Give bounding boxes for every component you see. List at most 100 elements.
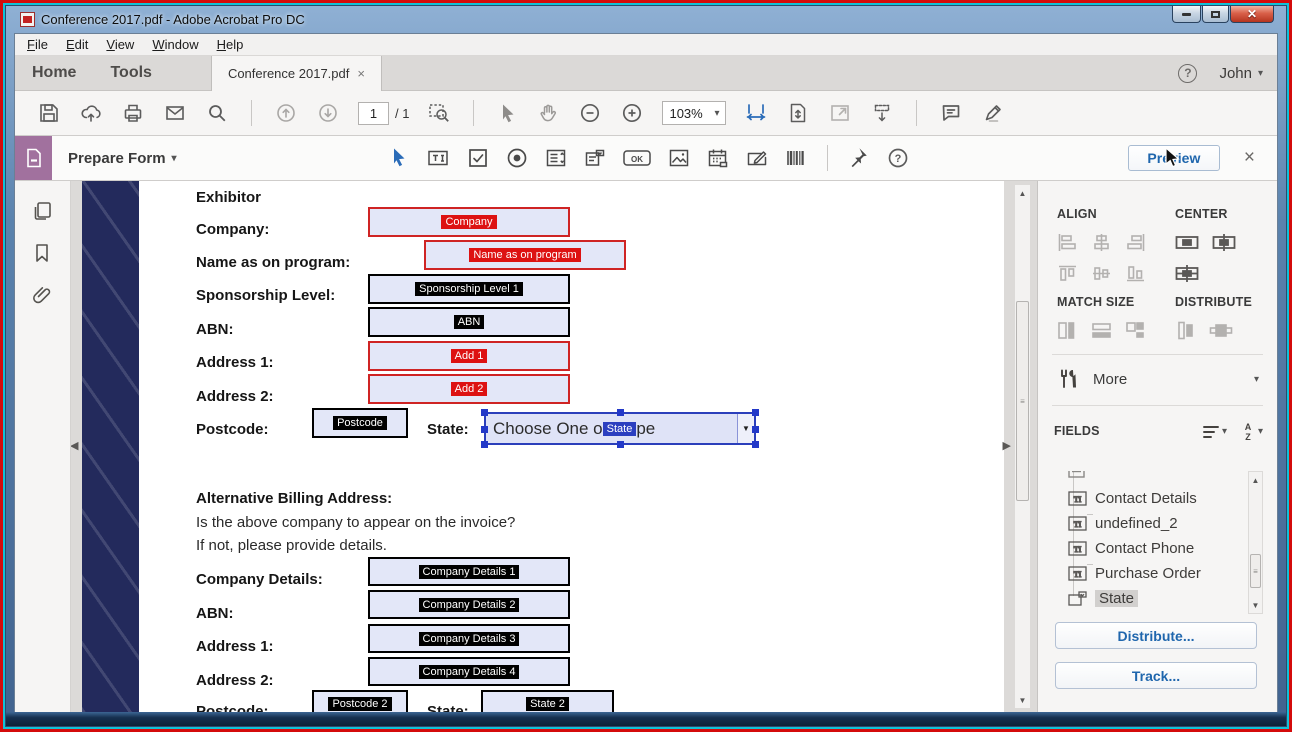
center-both-icon[interactable]	[1175, 264, 1199, 283]
next-page-button[interactable]	[316, 101, 340, 125]
sort-alphabetical-icon[interactable]: AZ▾	[1241, 421, 1263, 441]
company-details4-field[interactable]: Company Details 4	[368, 657, 570, 686]
previous-page-button[interactable]	[274, 101, 298, 125]
selection-handle[interactable]	[617, 409, 624, 416]
bookmarks-icon[interactable]	[30, 241, 55, 266]
tab-document[interactable]: Conference 2017.pdf ×	[211, 56, 382, 91]
tab-tools[interactable]: Tools	[93, 56, 168, 90]
abn-field[interactable]: ABN	[368, 307, 570, 337]
keep-tool-selected-pin[interactable]	[847, 146, 871, 170]
collapse-left-panel-icon[interactable]: ◀	[71, 439, 78, 452]
radio-field-tool[interactable]	[505, 146, 529, 170]
align-bottom-icon[interactable]	[1125, 264, 1146, 283]
menu-help[interactable]: Help	[217, 37, 244, 52]
signature-field-tool[interactable]	[745, 146, 769, 170]
page-number-input[interactable]: 1	[358, 102, 389, 125]
field-list-scrollbar[interactable]: ▲ ≡ ▼	[1248, 471, 1263, 614]
distribute-horizontally-icon[interactable]	[1209, 321, 1233, 340]
postcode2-field[interactable]: Postcode 2	[312, 690, 408, 712]
field-list-item[interactable]: TI Contact Phone	[1068, 537, 1194, 559]
maximize-button[interactable]	[1202, 6, 1229, 23]
prepare-form-menu[interactable]: Prepare Form ▾	[68, 150, 177, 167]
close-button[interactable]: ✕	[1230, 6, 1274, 23]
close-prepare-form-icon[interactable]: ×	[1244, 147, 1255, 169]
address2-field[interactable]: Add 2	[368, 374, 570, 404]
fullscreen-button[interactable]	[828, 101, 852, 125]
name-on-program-field[interactable]: Name as on program	[424, 240, 626, 270]
selection-handle[interactable]	[617, 441, 624, 448]
list-box-tool[interactable]	[544, 146, 568, 170]
selection-handle[interactable]	[481, 409, 488, 416]
distribute-button[interactable]: Distribute...	[1055, 622, 1257, 649]
checkbox-field-tool[interactable]	[466, 146, 490, 170]
highlight-button[interactable]	[981, 101, 1005, 125]
selection-handle[interactable]	[752, 441, 759, 448]
form-help-button[interactable]	[886, 146, 910, 170]
share-upload-button[interactable]	[79, 101, 103, 125]
fit-width-button[interactable]	[744, 101, 768, 125]
dropdown-field-tool[interactable]	[583, 146, 607, 170]
field-list-item[interactable]: TI Contact Details	[1068, 487, 1197, 509]
company-details2-field[interactable]: Company Details 2	[368, 590, 570, 619]
tab-home[interactable]: Home	[15, 56, 93, 90]
postcode-field[interactable]: Postcode	[312, 408, 408, 438]
search-button[interactable]	[205, 101, 229, 125]
match-height-icon[interactable]	[1057, 321, 1078, 340]
email-button[interactable]	[163, 101, 187, 125]
save-button[interactable]	[37, 101, 61, 125]
help-icon[interactable]: ?	[1178, 64, 1197, 83]
align-left-icon[interactable]	[1057, 233, 1078, 252]
attachments-icon[interactable]	[30, 283, 55, 308]
print-button[interactable]	[121, 101, 145, 125]
center-vertically-icon[interactable]	[1212, 233, 1236, 252]
scroll-up-icon[interactable]: ▲	[1015, 185, 1030, 201]
company-details1-field[interactable]: Company Details 1	[368, 557, 570, 586]
field-list-item[interactable]: TI Purchase Order	[1068, 562, 1201, 584]
align-right-icon[interactable]	[1125, 233, 1146, 252]
fit-page-button[interactable]	[786, 101, 810, 125]
align-top-icon[interactable]	[1057, 264, 1078, 283]
image-field-tool[interactable]	[667, 146, 691, 170]
tab-close-icon[interactable]: ×	[357, 66, 365, 81]
more-tools-menu[interactable]: More ▾	[1038, 355, 1277, 391]
barcode-field-tool[interactable]	[784, 146, 808, 170]
title-bar[interactable]: Conference 2017.pdf - Adobe Acrobat Pro …	[6, 6, 1286, 33]
company-details3-field[interactable]: Company Details 3	[368, 624, 570, 653]
date-field-tool[interactable]	[706, 146, 730, 170]
scrollbar-thumb[interactable]: ≡	[1250, 554, 1261, 588]
state2-field[interactable]: State 2	[481, 690, 614, 712]
text-field-tool[interactable]	[426, 146, 451, 170]
align-horizontal-center-icon[interactable]	[1091, 233, 1112, 252]
scroll-down-icon[interactable]: ▼	[1015, 692, 1030, 708]
selection-handle[interactable]	[752, 409, 759, 416]
hand-tool-button[interactable]	[536, 101, 560, 125]
scroll-up-icon[interactable]: ▲	[1249, 472, 1262, 488]
zoom-level-select[interactable]: 103% ▾	[662, 101, 726, 125]
company-field[interactable]: Company	[368, 207, 570, 237]
field-list-item-selected[interactable]: State	[1068, 587, 1138, 609]
state-dropdown-field[interactable]: Choose One oStatepe ▼	[484, 412, 756, 445]
align-vertical-middle-icon[interactable]	[1091, 264, 1112, 283]
selection-handle[interactable]	[481, 441, 488, 448]
comment-button[interactable]	[939, 101, 963, 125]
distribute-vertically-icon[interactable]	[1175, 321, 1196, 340]
scrollbar-thumb[interactable]: ≡	[1016, 301, 1029, 501]
menu-window[interactable]: Window	[152, 37, 198, 52]
user-menu[interactable]: John ▾	[1219, 65, 1263, 82]
sponsorship-field[interactable]: Sponsorship Level 1	[368, 274, 570, 304]
select-tool-button[interactable]	[496, 102, 518, 124]
marquee-zoom-button[interactable]	[427, 101, 451, 125]
form-select-arrow-button[interactable]	[387, 146, 411, 170]
field-list-item-partial[interactable]	[1068, 471, 1085, 482]
menu-file[interactable]: File	[27, 37, 48, 52]
scroll-mode-button[interactable]	[870, 101, 894, 125]
scroll-down-icon[interactable]: ▼	[1249, 597, 1262, 613]
minimize-button[interactable]	[1172, 6, 1201, 23]
selection-handle[interactable]	[752, 426, 759, 433]
address1-field[interactable]: Add 1	[368, 341, 570, 371]
match-both-icon[interactable]	[1125, 321, 1146, 340]
zoom-in-button[interactable]	[620, 101, 644, 125]
match-width-icon[interactable]	[1091, 321, 1112, 340]
page-thumbnails-icon[interactable]	[30, 199, 55, 224]
expand-right-panel-icon[interactable]: ▶	[1003, 439, 1011, 452]
